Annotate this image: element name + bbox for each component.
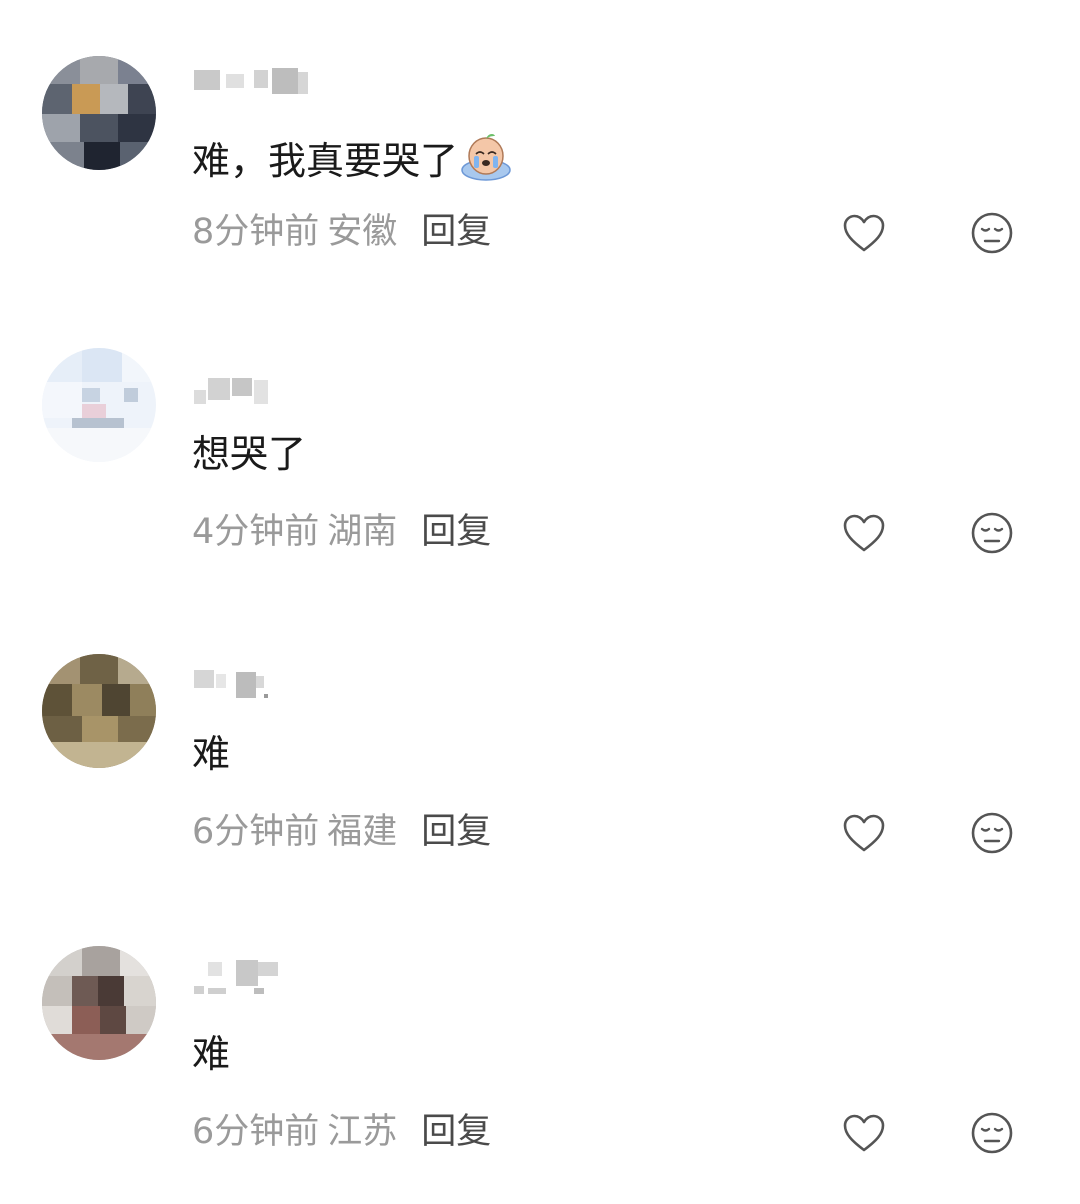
comment-text: 难 (192, 730, 230, 778)
heart-outline-icon[interactable] (842, 513, 886, 553)
comment-time: 6分钟前 (192, 812, 320, 852)
comment-item: 难 6分钟前 江苏 回复 (0, 900, 1080, 1200)
avatar[interactable] (42, 348, 156, 462)
neutral-face-icon[interactable] (970, 811, 1014, 855)
comment-meta: 6分钟前 江苏 回复 (192, 1110, 491, 1154)
comment-location: 江苏 (327, 1112, 398, 1152)
reply-button[interactable]: 回复 (421, 512, 491, 552)
comment-text-content: 难 (192, 1032, 231, 1076)
comment-item: 难 6分钟前 福建 回复 (0, 600, 1080, 900)
username-blurred[interactable] (192, 374, 322, 408)
comment-item: 难，我真要哭了 8分钟前 安徽 回复 (0, 0, 1080, 300)
crying-face-sticker-icon (460, 130, 512, 182)
heart-outline-icon[interactable] (842, 813, 886, 853)
neutral-face-icon[interactable] (970, 211, 1014, 255)
comment-text-content: 难 (192, 732, 231, 776)
comment-text: 想哭了 (192, 430, 306, 478)
heart-outline-icon[interactable] (842, 213, 886, 253)
comment-time: 4分钟前 (192, 512, 320, 552)
username-blurred[interactable] (192, 958, 322, 994)
comment-meta: 4分钟前 湖南 回复 (192, 510, 491, 554)
heart-outline-icon[interactable] (842, 1113, 886, 1153)
username-blurred[interactable] (192, 666, 322, 700)
avatar[interactable] (42, 654, 156, 768)
comment-location: 湖南 (327, 512, 398, 552)
reply-button[interactable]: 回复 (421, 812, 491, 852)
avatar[interactable] (42, 946, 156, 1060)
comment-time: 6分钟前 (192, 1112, 320, 1152)
reply-button[interactable]: 回复 (421, 212, 491, 252)
comment-text-content: 想哭了 (192, 432, 307, 476)
comment-item: 想哭了 4分钟前 湖南 回复 (0, 300, 1080, 600)
username-blurred[interactable] (192, 64, 322, 98)
comment-location: 福建 (327, 812, 398, 852)
comment-text: 难 (192, 1030, 230, 1078)
comment-meta: 8分钟前 安徽 回复 (192, 210, 491, 254)
comment-meta: 6分钟前 福建 回复 (192, 810, 491, 854)
neutral-face-icon[interactable] (970, 1111, 1014, 1155)
comment-location: 安徽 (327, 212, 398, 252)
comment-text-content: 难，我真要哭了 (192, 139, 459, 183)
avatar[interactable] (42, 56, 156, 170)
comment-text: 难，我真要哭了 (192, 130, 512, 185)
neutral-face-icon[interactable] (970, 511, 1014, 555)
reply-button[interactable]: 回复 (421, 1112, 491, 1152)
comment-time: 8分钟前 (192, 212, 320, 252)
